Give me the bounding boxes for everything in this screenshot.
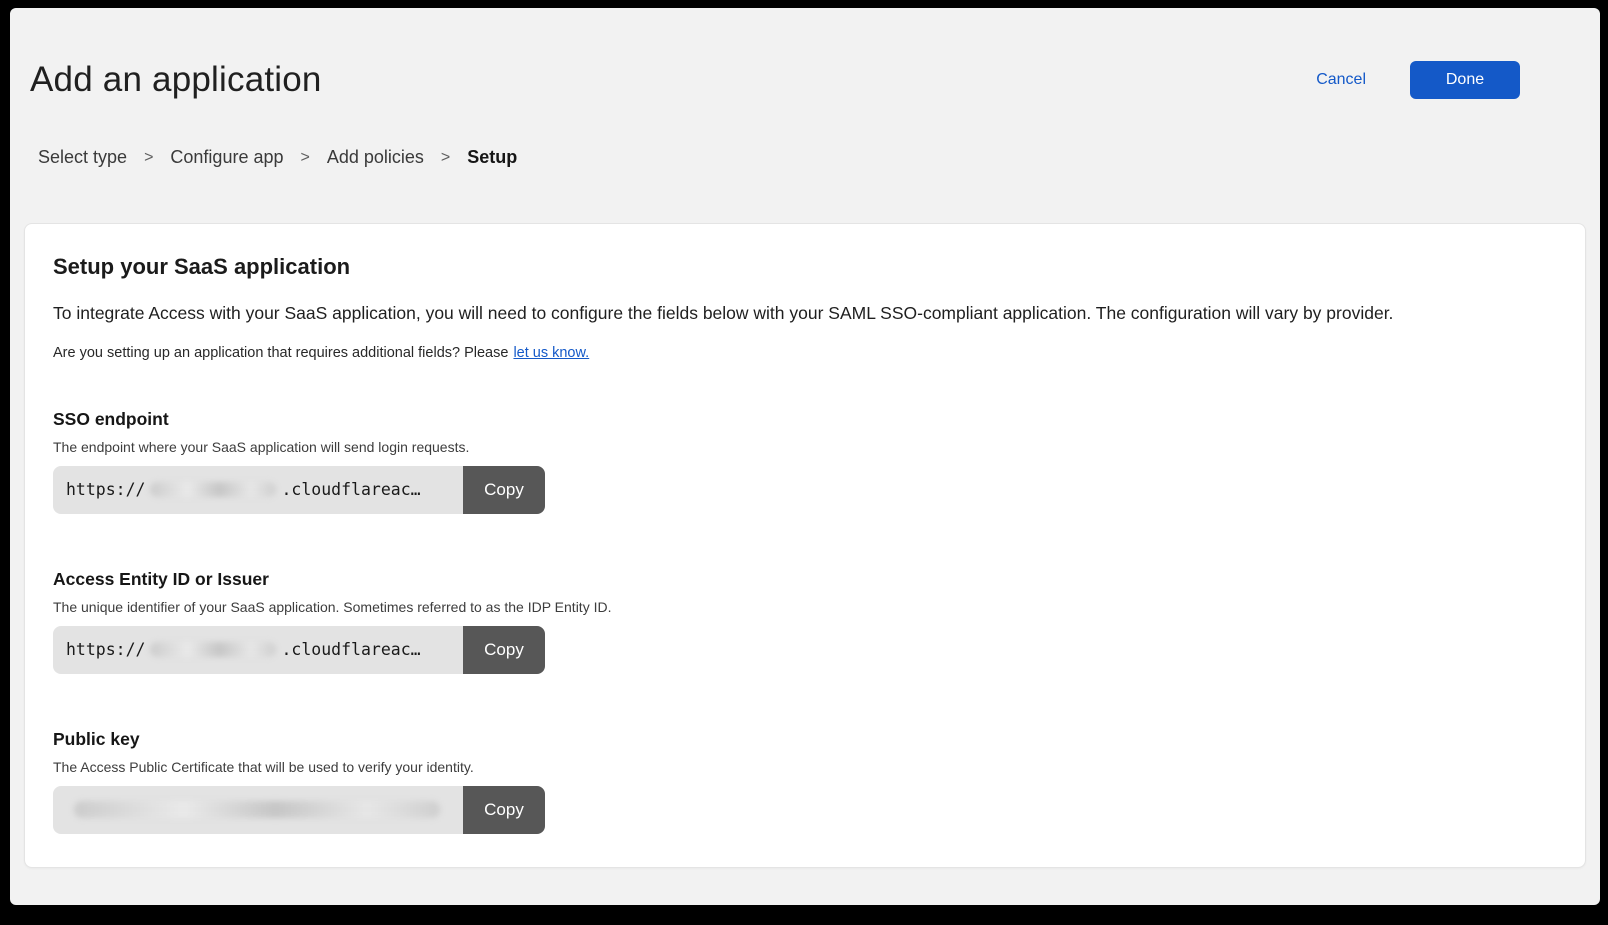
redacted-value (150, 642, 276, 657)
entity-id-value-prefix: https:// (66, 640, 145, 659)
card-heading: Setup your SaaS application (53, 254, 1557, 280)
breadcrumb-separator: > (301, 149, 310, 167)
add-application-page: Add an application Cancel Done Select ty… (10, 8, 1600, 905)
setup-card: Setup your SaaS application To integrate… (24, 223, 1586, 868)
redacted-value (150, 482, 276, 497)
breadcrumb-separator: > (144, 149, 153, 167)
header-actions: Cancel Done (1316, 61, 1520, 99)
entity-id-field: https:// .cloudflareac… Copy (53, 626, 545, 674)
sso-endpoint-section: SSO endpoint The endpoint where your Saa… (53, 409, 1557, 514)
breadcrumb-separator: > (441, 149, 450, 167)
card-note-text: Are you setting up an application that r… (53, 345, 508, 361)
cancel-button[interactable]: Cancel (1316, 71, 1366, 89)
sso-endpoint-copy-button[interactable]: Copy (463, 466, 545, 514)
window-frame: Add an application Cancel Done Select ty… (0, 0, 1608, 925)
breadcrumb-step-add-policies[interactable]: Add policies (327, 147, 424, 168)
entity-id-copy-button[interactable]: Copy (463, 626, 545, 674)
public-key-value (53, 786, 463, 834)
breadcrumb-step-setup[interactable]: Setup (467, 147, 517, 168)
public-key-field: Copy (53, 786, 545, 834)
breadcrumb: Select type > Configure app > Add polici… (38, 147, 1600, 168)
entity-id-label: Access Entity ID or Issuer (53, 569, 1557, 590)
sso-endpoint-value-prefix: https:// (66, 480, 145, 499)
sso-endpoint-description: The endpoint where your SaaS application… (53, 439, 1557, 455)
page-title: Add an application (30, 60, 322, 100)
sso-endpoint-value: https:// .cloudflareac… (53, 466, 463, 514)
page-header: Add an application Cancel Done (10, 8, 1600, 100)
breadcrumb-step-configure-app[interactable]: Configure app (170, 147, 283, 168)
public-key-section: Public key The Access Public Certificate… (53, 729, 1557, 834)
public-key-copy-button[interactable]: Copy (463, 786, 545, 834)
breadcrumb-step-select-type[interactable]: Select type (38, 147, 127, 168)
card-note: Are you setting up an application that r… (53, 345, 1557, 361)
entity-id-section: Access Entity ID or Issuer The unique id… (53, 569, 1557, 674)
public-key-description: The Access Public Certificate that will … (53, 759, 1557, 775)
public-key-label: Public key (53, 729, 1557, 750)
sso-endpoint-value-suffix: .cloudflareac… (281, 480, 420, 499)
entity-id-description: The unique identifier of your SaaS appli… (53, 599, 1557, 615)
let-us-know-link[interactable]: let us know. (513, 345, 589, 361)
sso-endpoint-label: SSO endpoint (53, 409, 1557, 430)
entity-id-value: https:// .cloudflareac… (53, 626, 463, 674)
done-button[interactable]: Done (1410, 61, 1520, 99)
entity-id-value-suffix: .cloudflareac… (281, 640, 420, 659)
sso-endpoint-field: https:// .cloudflareac… Copy (53, 466, 545, 514)
card-intro: To integrate Access with your SaaS appli… (53, 302, 1557, 326)
redacted-value (74, 801, 440, 818)
